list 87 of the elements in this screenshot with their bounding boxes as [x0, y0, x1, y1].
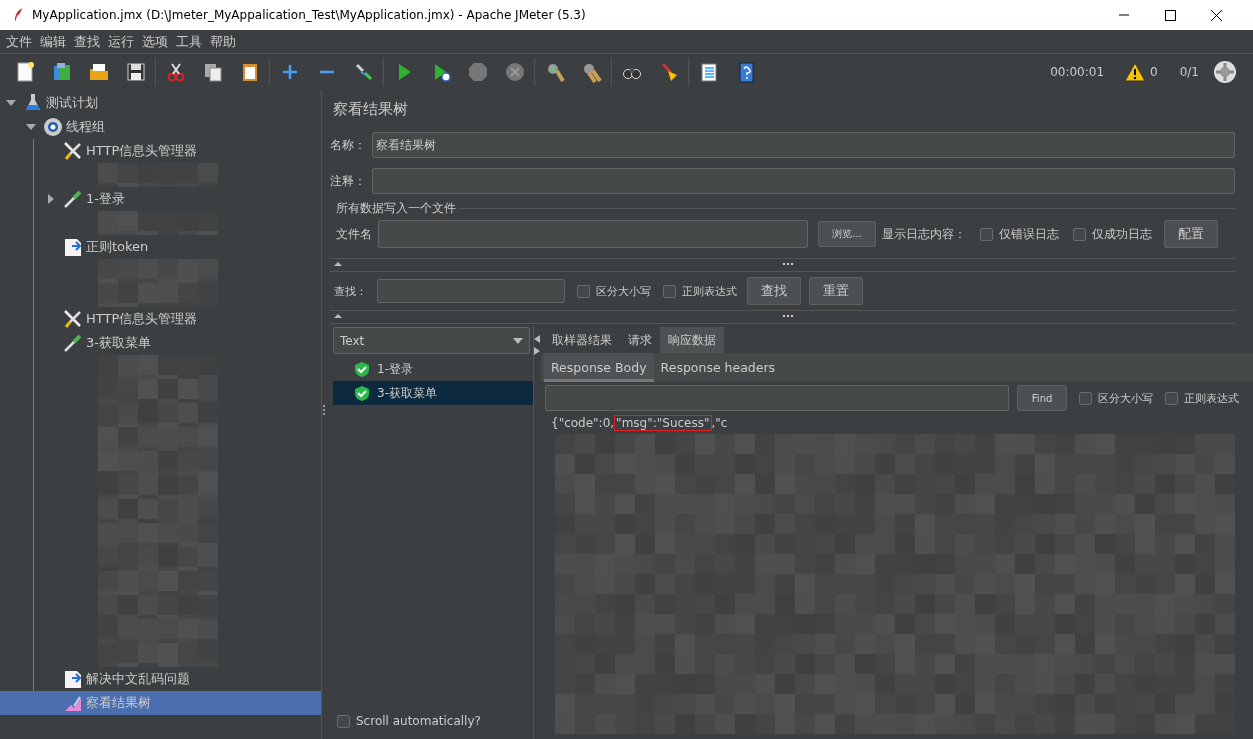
menu-item[interactable]: 文件 [2, 32, 36, 51]
checkbox[interactable] [1079, 391, 1092, 405]
remote-icon[interactable] [1213, 60, 1237, 84]
close-icon[interactable] [1210, 9, 1222, 21]
shield-check-icon [355, 385, 369, 401]
document-arrow-icon [62, 236, 84, 258]
response-text: {"code":0, [551, 416, 615, 430]
checkbox[interactable] [1165, 391, 1178, 405]
menu-item[interactable]: 运行 [104, 32, 138, 51]
tree-node[interactable]: 3-获取菜单 [0, 331, 321, 355]
left-arrow-icon[interactable] [534, 335, 540, 343]
config-button[interactable]: 配置 [1164, 220, 1218, 248]
tree-node[interactable]: 线程组 [0, 115, 321, 139]
folder-icon[interactable] [87, 61, 110, 83]
checkbox-label: 仅错误日志 [999, 225, 1059, 243]
file-field[interactable] [378, 220, 808, 248]
log-label: 显示日志内容： [882, 225, 966, 243]
tree-node[interactable]: HTTP信息头管理器 [0, 139, 321, 163]
tab[interactable]: Response Body [544, 353, 654, 382]
result-item[interactable]: 1-登录 [333, 357, 533, 381]
pipette-icon [62, 332, 84, 354]
group-title: 所有数据写入一个文件 [336, 199, 456, 217]
checkbox[interactable] [1073, 227, 1086, 241]
checkbox-label: 区分大小写 [596, 283, 651, 299]
comment-field[interactable] [372, 168, 1235, 194]
checkbox-label: 正则表达式 [682, 283, 737, 299]
collapsed-arrow-icon[interactable] [46, 194, 56, 204]
checkbox-label: 仅成功日志 [1092, 225, 1152, 243]
tree-node[interactable]: 测试计划 [0, 91, 321, 115]
tools-icon [62, 308, 84, 330]
menu-item[interactable]: 编辑 [36, 32, 70, 51]
expanded-arrow-icon[interactable] [6, 98, 16, 108]
maximize-icon[interactable] [1164, 9, 1176, 21]
tree-node[interactable]: 1-登录 [0, 187, 321, 211]
stop-sign-icon[interactable] [466, 61, 489, 83]
dropdown-arrow-icon [513, 337, 523, 344]
warning-icon[interactable] [1124, 62, 1147, 82]
checkbox[interactable] [337, 714, 350, 728]
find-button[interactable]: 查找 [747, 277, 801, 305]
search-label: 查找： [334, 283, 367, 299]
body-search-field[interactable] [545, 385, 1010, 411]
tree-node[interactable]: 解决中文乱码问题 [0, 667, 321, 691]
checkbox[interactable] [663, 284, 676, 298]
tab[interactable]: 取样器结果 [544, 327, 620, 353]
result-item[interactable]: 3-获取菜单 [333, 381, 533, 405]
result-label: 3-获取菜单 [377, 384, 437, 402]
shield-check-icon [355, 361, 369, 377]
checkbox[interactable] [577, 284, 590, 298]
name-field[interactable]: 察看结果树 [372, 132, 1235, 158]
highlighted-text: "msg":"Sucess" [614, 415, 712, 431]
checkbox-label: 正则表达式 [1184, 390, 1239, 406]
menu-item[interactable]: 帮助 [206, 32, 240, 51]
checkbox-label: 区分大小写 [1098, 390, 1153, 406]
file-label: 文件名 [336, 225, 372, 243]
response-text: ,"c [711, 416, 728, 430]
window-title: MyApplication.jmx (D:\Jmeter_MyAppalication_Test\MyApplication.jmx) - Apache JMeter (5.3) [32, 8, 587, 22]
renderer-dropdown[interactable]: Text [333, 327, 530, 354]
right-arrow-icon[interactable] [534, 347, 540, 355]
save-icon[interactable] [124, 61, 147, 83]
menu-item[interactable]: 选项 [138, 32, 172, 51]
comment-label: 注释： [330, 172, 366, 190]
menu-item[interactable]: 查找 [70, 32, 104, 51]
result-label: 1-登录 [377, 360, 413, 378]
expanded-arrow-icon[interactable] [26, 122, 36, 132]
elapsed-time: 00:00:01 [1050, 65, 1105, 79]
menu-item[interactable]: 工具 [172, 32, 206, 51]
checkbox[interactable] [980, 227, 993, 241]
tab[interactable]: Response headers [653, 353, 783, 382]
gear-icon [42, 116, 64, 138]
checkbox-label: Scroll automatically? [356, 714, 481, 728]
tree-node[interactable]: HTTP信息头管理器 [0, 307, 321, 331]
shutdown-icon[interactable] [503, 61, 526, 83]
browse-button[interactable]: 浏览... [818, 221, 876, 247]
reset-button[interactable]: 重置 [809, 277, 863, 305]
name-label: 名称： [330, 136, 366, 154]
tab[interactable]: 响应数据 [660, 327, 724, 353]
panel-title: 察看结果树 [332, 98, 409, 120]
find-button[interactable]: Find [1017, 385, 1067, 411]
search-field[interactable] [377, 279, 565, 303]
tree-node[interactable]: 正则token [0, 235, 321, 259]
warning-count: 0 [1150, 65, 1158, 79]
tools-icon [62, 140, 84, 162]
pipette-icon [62, 188, 84, 210]
feather-icon [12, 7, 24, 23]
tab[interactable]: 请求 [620, 327, 660, 353]
thread-count: 0/1 [1179, 65, 1199, 79]
document-arrow-icon [62, 668, 84, 690]
